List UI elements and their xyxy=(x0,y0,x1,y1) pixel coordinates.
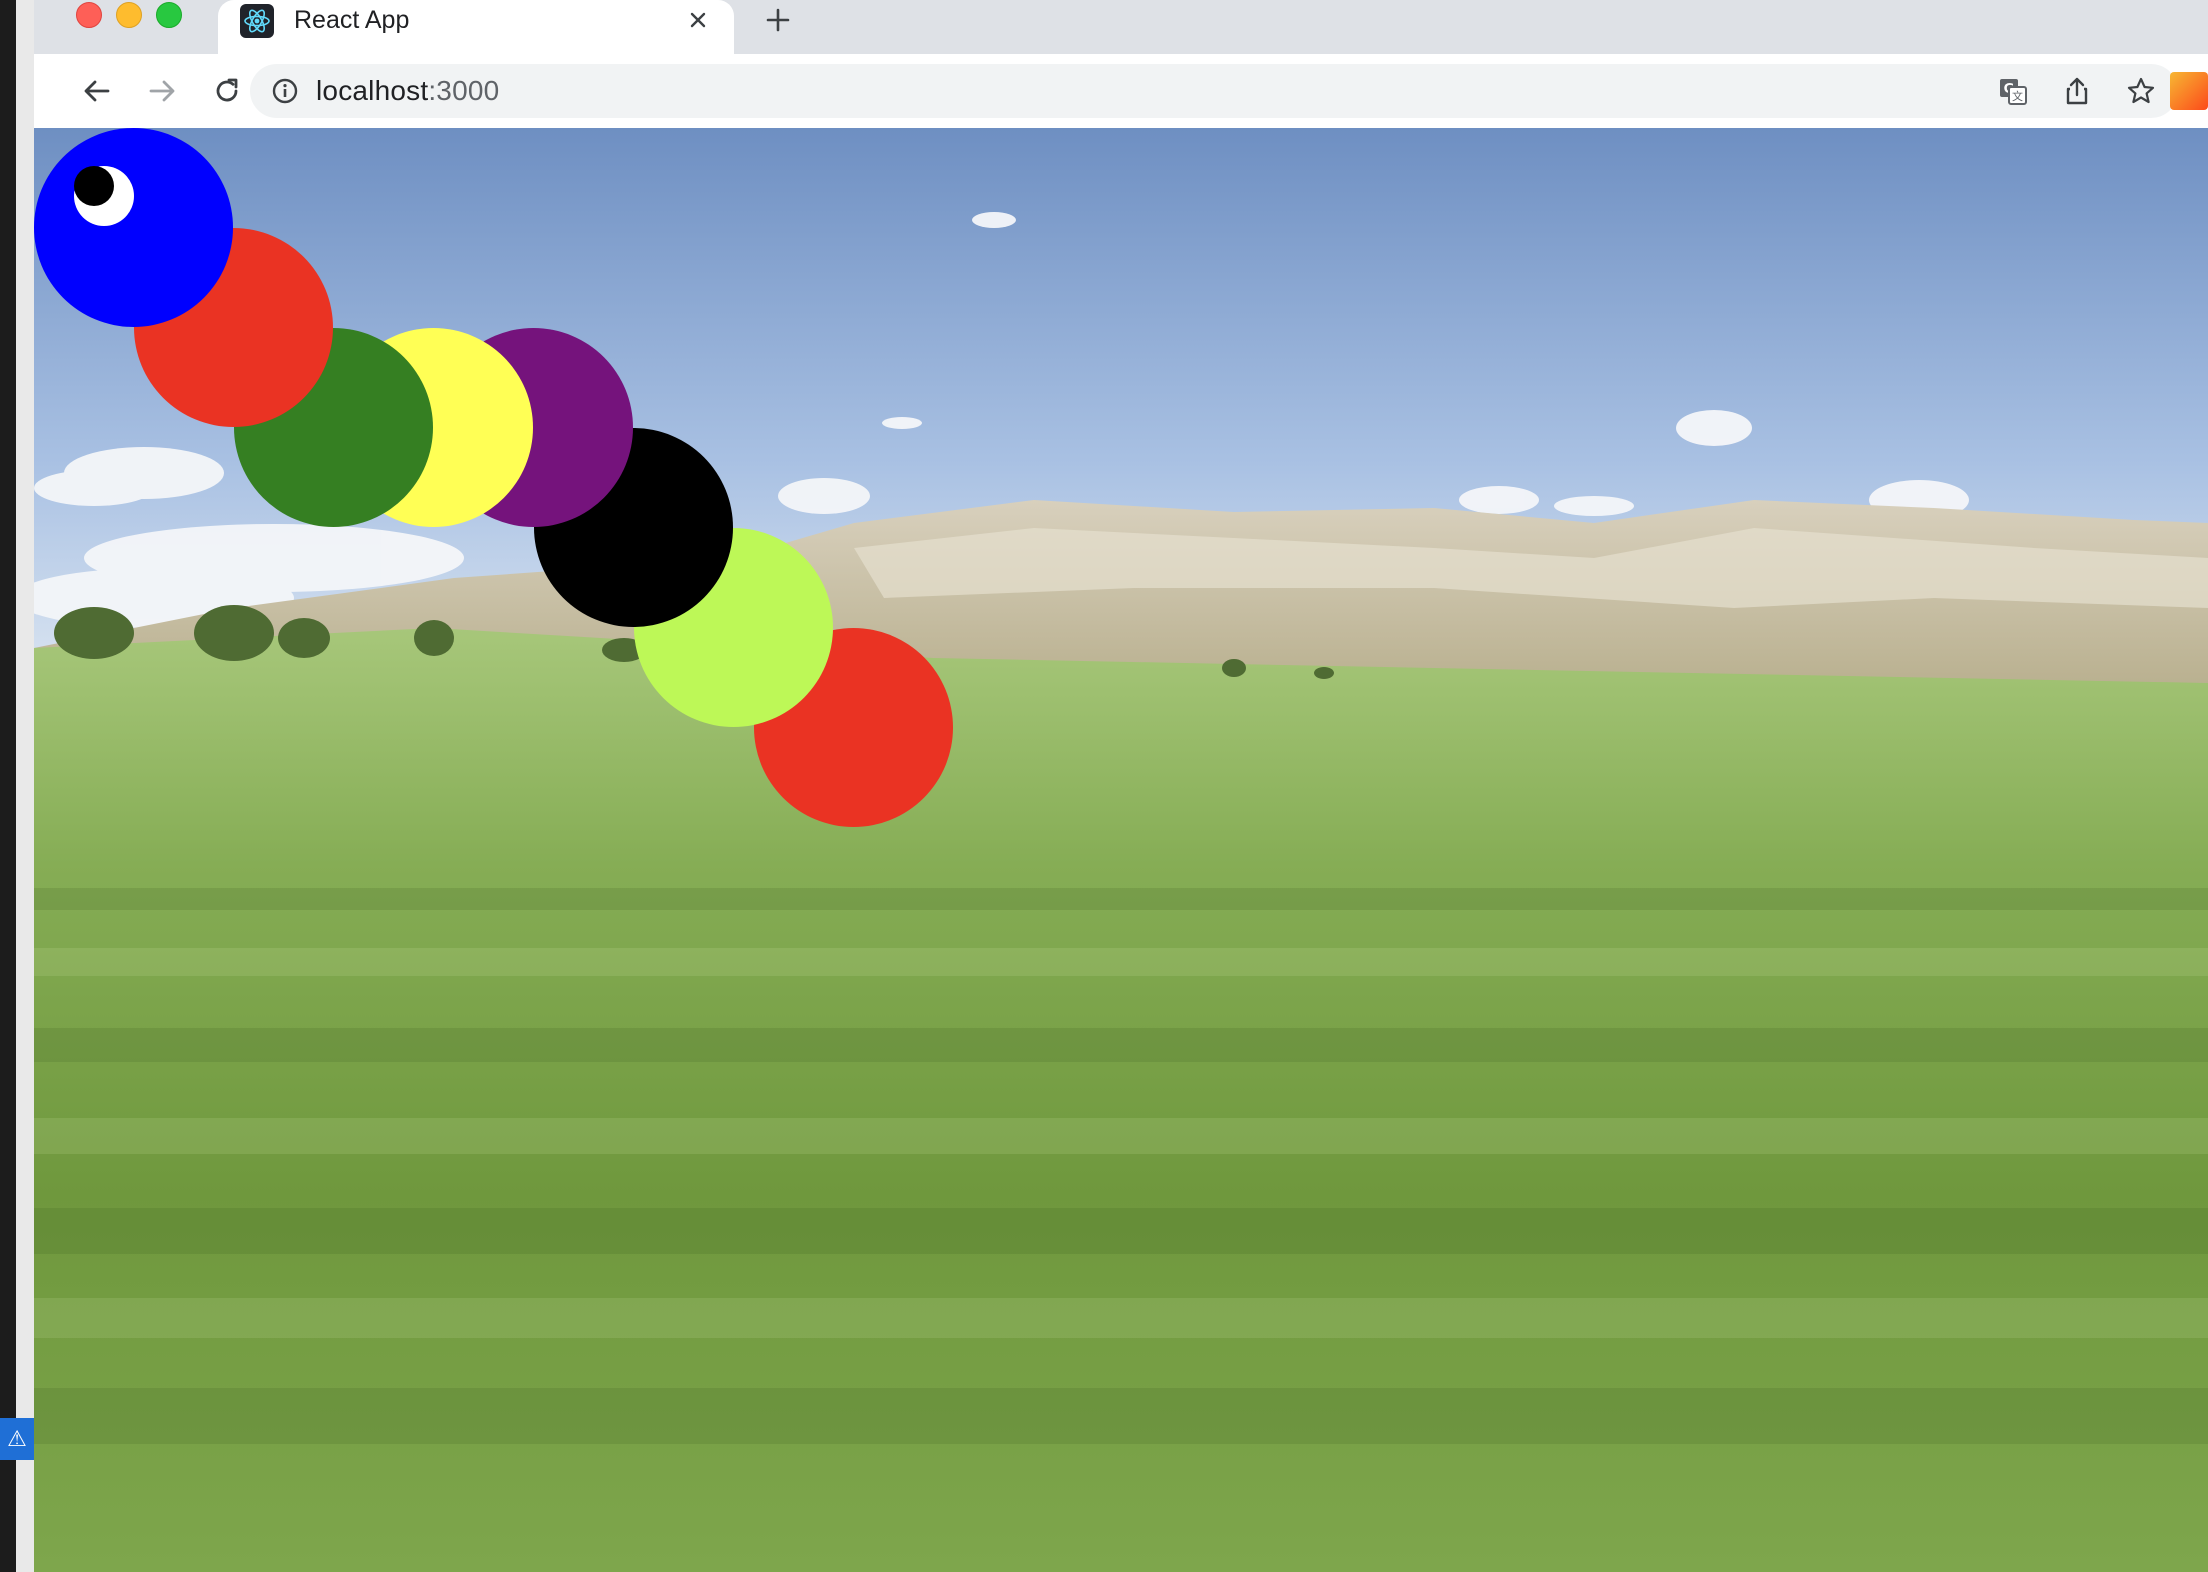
react-logo-icon xyxy=(240,4,274,38)
plus-icon[interactable] xyxy=(756,0,800,40)
extension-icon[interactable] xyxy=(2170,72,2208,110)
back-arrow-icon[interactable] xyxy=(76,70,118,112)
translate-icon[interactable]: G文 xyxy=(1994,72,2032,110)
minimize-window-button[interactable] xyxy=(116,2,142,28)
svg-text:文: 文 xyxy=(2012,89,2023,103)
address-bar[interactable]: localhost:3000 G文 xyxy=(250,64,2178,118)
close-window-button[interactable] xyxy=(76,2,102,28)
warning-icon[interactable]: ⚠ xyxy=(0,1418,34,1460)
forward-arrow-icon[interactable] xyxy=(141,70,183,112)
star-icon[interactable] xyxy=(2122,72,2160,110)
reload-icon[interactable] xyxy=(206,70,248,112)
page-viewport xyxy=(34,128,2208,1572)
caterpillar-head xyxy=(34,128,233,327)
browser-window: React App localhost:3000 G文 xyxy=(34,0,2208,1572)
info-icon[interactable] xyxy=(270,76,300,106)
close-icon[interactable] xyxy=(680,2,716,38)
url-host: localhost xyxy=(316,75,429,106)
caterpillar-eye xyxy=(74,166,134,226)
tab-strip: React App xyxy=(34,0,2208,54)
url-port: :3000 xyxy=(428,75,500,106)
caterpillar-pupil xyxy=(74,166,114,206)
zoom-window-button[interactable] xyxy=(156,2,182,28)
share-icon[interactable] xyxy=(2058,72,2096,110)
tab-title: React App xyxy=(294,6,410,34)
tab-react-app[interactable]: React App xyxy=(218,0,734,54)
browser-toolbar: localhost:3000 G文 xyxy=(34,54,2208,129)
desktop-background-strip xyxy=(0,0,34,1572)
url-text[interactable]: localhost:3000 xyxy=(316,64,499,118)
